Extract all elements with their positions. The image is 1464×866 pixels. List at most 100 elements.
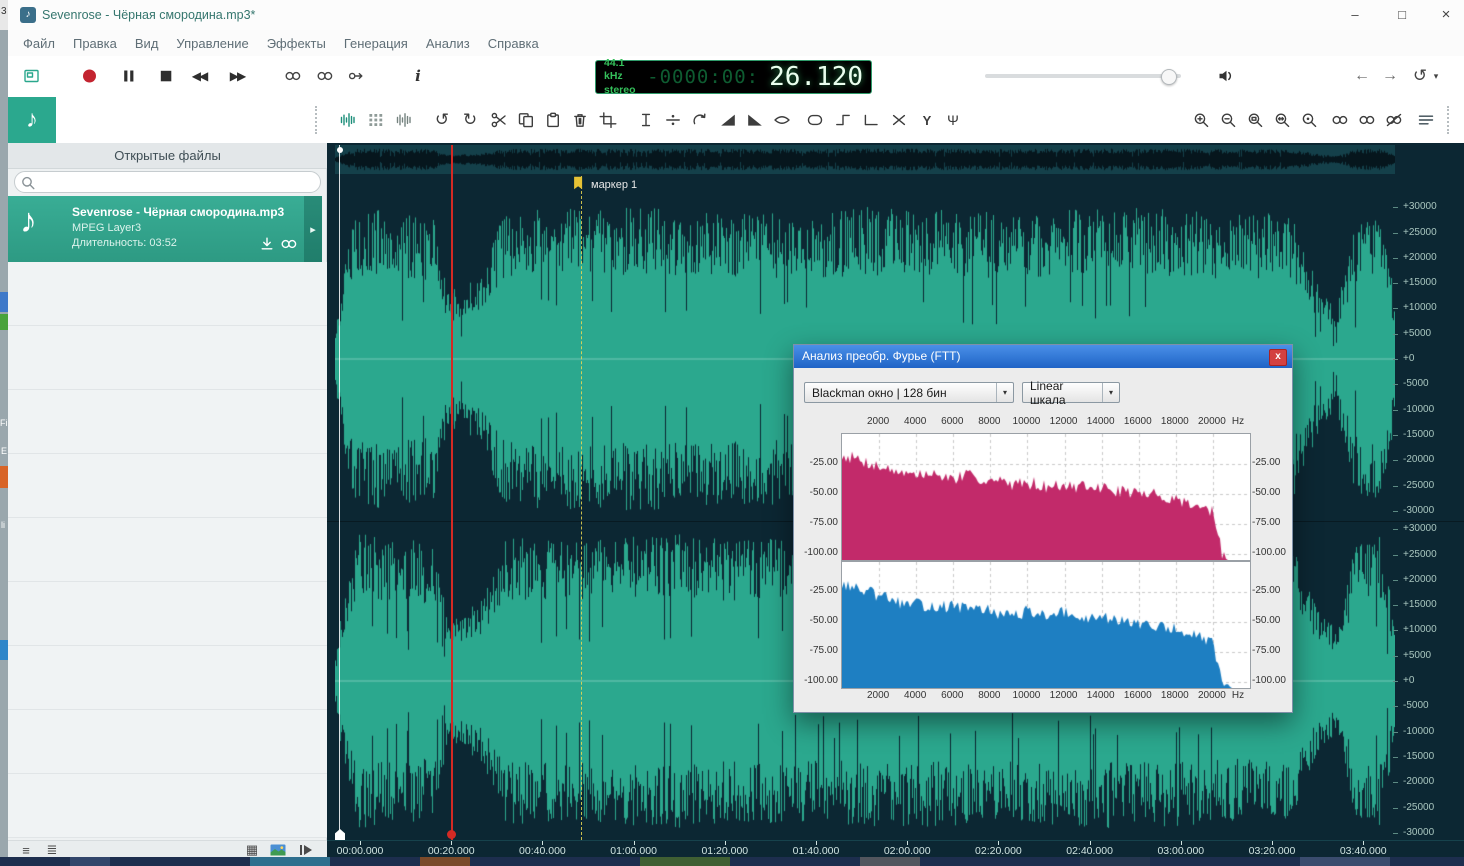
fft-freq-tick: 2000: [860, 690, 896, 701]
record-button[interactable]: [78, 64, 102, 88]
volume-slider-track[interactable]: [985, 74, 1181, 78]
history-caret[interactable]: ▾: [1430, 64, 1442, 88]
fast-forward-button[interactable]: ▶▶: [222, 64, 252, 88]
menu-item-2[interactable]: Вид: [126, 33, 168, 54]
view-split-button[interactable]: [392, 108, 416, 132]
toolbar-grip-icon[interactable]: [1447, 106, 1452, 134]
split-button[interactable]: [661, 108, 685, 132]
link-channels-button[interactable]: [1328, 108, 1352, 132]
fft-db-tick: -25.00: [1252, 585, 1292, 596]
minimize-button[interactable]: –: [1335, 0, 1375, 30]
info-button[interactable]: i: [406, 64, 430, 88]
fft-dialog-titlebar[interactable]: Анализ преобр. Фурье (FTT): [794, 345, 1292, 368]
volume-slider-thumb[interactable]: [1161, 69, 1177, 85]
fft-freq-unit: Hz: [1224, 690, 1252, 701]
panel-menu-button[interactable]: [1414, 108, 1438, 132]
menu-item-3[interactable]: Управление: [167, 33, 257, 54]
selection-mode-button[interactable]: [20, 64, 44, 88]
nav-forward-button[interactable]: →: [1378, 64, 1402, 88]
fade-out-button[interactable]: [743, 108, 767, 132]
menu-item-4[interactable]: Эффекты: [258, 33, 335, 54]
link-zoom-button[interactable]: [1355, 108, 1379, 132]
layout-detail-button[interactable]: ≣: [40, 838, 64, 857]
crop-button[interactable]: [596, 108, 620, 132]
card-expand-strip[interactable]: ▸: [304, 196, 322, 262]
rewind-button[interactable]: ◀◀: [184, 64, 214, 88]
marker-line[interactable]: [581, 176, 582, 840]
fft-window-combo[interactable]: Blackman окно | 128 бин ▾: [804, 382, 1014, 403]
time-display: 44.1 kHz stereo -0000:00: 26.120: [595, 60, 872, 94]
view-waveform-button[interactable]: [336, 108, 360, 132]
normalize-button[interactable]: [770, 108, 794, 132]
menu-item-1[interactable]: Правка: [64, 33, 126, 54]
layout-list-button[interactable]: ≡: [14, 838, 38, 857]
smooth-button[interactable]: [803, 108, 827, 132]
curve-psi-button[interactable]: Ψ: [941, 108, 965, 132]
menu-item-5[interactable]: Генерация: [335, 33, 417, 54]
image-preview-button[interactable]: [266, 838, 290, 857]
share-button[interactable]: [277, 232, 301, 256]
amplitude-tick: [1393, 529, 1398, 530]
copy-button[interactable]: [514, 108, 538, 132]
file-list-item[interactable]: ♪ Sevenrose - Чёрная смородина.mp3 MPEG …: [8, 196, 322, 262]
timeline-ruler[interactable]: 00:00.00000:20.00000:40.00001:00.00001:2…: [327, 840, 1464, 857]
maximize-button[interactable]: □: [1382, 0, 1422, 30]
fft-db-tick: -25.00: [1252, 457, 1292, 468]
fft-dialog: Анализ преобр. Фурье (FTT) x Blackman ок…: [793, 344, 1293, 713]
close-button[interactable]: ×: [1426, 0, 1464, 30]
loop-selection-button[interactable]: [313, 64, 337, 88]
delete-button[interactable]: [568, 108, 592, 132]
link-scroll-button[interactable]: [1382, 108, 1406, 132]
zoom-selection-button[interactable]: [1244, 108, 1268, 132]
loop-button[interactable]: [281, 64, 305, 88]
curve-linear-button[interactable]: [859, 108, 883, 132]
toolbar-grip-icon[interactable]: [315, 106, 320, 134]
zoom-fit-button[interactable]: [1271, 108, 1295, 132]
amplitude-tick-label: -25000: [1403, 802, 1434, 813]
cut-button[interactable]: [487, 108, 511, 132]
track-overview[interactable]: [335, 145, 1395, 174]
history-button[interactable]: ↺: [1408, 64, 1432, 88]
invert-button[interactable]: [688, 108, 712, 132]
redo-button[interactable]: ↻: [458, 108, 482, 132]
undo-button[interactable]: ↺: [430, 108, 454, 132]
search-input[interactable]: [41, 173, 315, 193]
mute-button[interactable]: [1214, 64, 1238, 88]
time-tick-label: 01:20.000: [695, 845, 755, 857]
marker-label[interactable]: маркер 1: [591, 179, 637, 191]
thumbnail-toggle-button[interactable]: ▦: [240, 838, 264, 857]
desktop-icon-fragment: [0, 640, 8, 660]
view-spectrogram-button[interactable]: [364, 108, 388, 132]
amplitude-tick-label: +15000: [1403, 277, 1437, 288]
pause-button[interactable]: [117, 64, 141, 88]
fade-in-button[interactable]: [716, 108, 740, 132]
paste-button[interactable]: [541, 108, 565, 132]
fft-scale-combo[interactable]: Linear шкала ▾: [1022, 382, 1120, 403]
stop-button[interactable]: [154, 64, 178, 88]
menu-item-0[interactable]: Файл: [14, 33, 64, 54]
playhead-pin[interactable]: [447, 830, 456, 839]
amplitude-tick-label: -30000: [1403, 827, 1434, 838]
menu-item-6[interactable]: Анализ: [417, 33, 479, 54]
sidebar-footer: ≡≣ ▦: [8, 840, 327, 857]
zoom-in-button[interactable]: [1190, 108, 1214, 132]
playhead-line[interactable]: [451, 145, 453, 840]
play-key-button[interactable]: [345, 64, 369, 88]
collapse-panel-button[interactable]: [294, 838, 318, 857]
fft-close-button[interactable]: x: [1269, 349, 1287, 366]
selection-start-handle[interactable]: [337, 147, 343, 153]
download-button[interactable]: [255, 232, 279, 256]
selection-start-line[interactable]: [339, 145, 340, 840]
curve-step-button[interactable]: [831, 108, 855, 132]
menu-item-7[interactable]: Справка: [479, 33, 548, 54]
zoom-out-button[interactable]: [1217, 108, 1241, 132]
amplitude-tick-label: +5000: [1403, 650, 1431, 661]
nav-back-button[interactable]: ←: [1350, 64, 1374, 88]
amplitude-tick-label: -20000: [1403, 454, 1434, 465]
curve-y-button[interactable]: Y: [915, 108, 939, 132]
marker-flag[interactable]: [571, 174, 587, 192]
trim-button[interactable]: [634, 108, 658, 132]
curve-cross-button[interactable]: [887, 108, 911, 132]
window-titlebar[interactable]: ♪ Sevenrose - Чёрная смородина.mp3* – □ …: [8, 0, 1464, 30]
zoom-vertical-button[interactable]: [1298, 108, 1322, 132]
